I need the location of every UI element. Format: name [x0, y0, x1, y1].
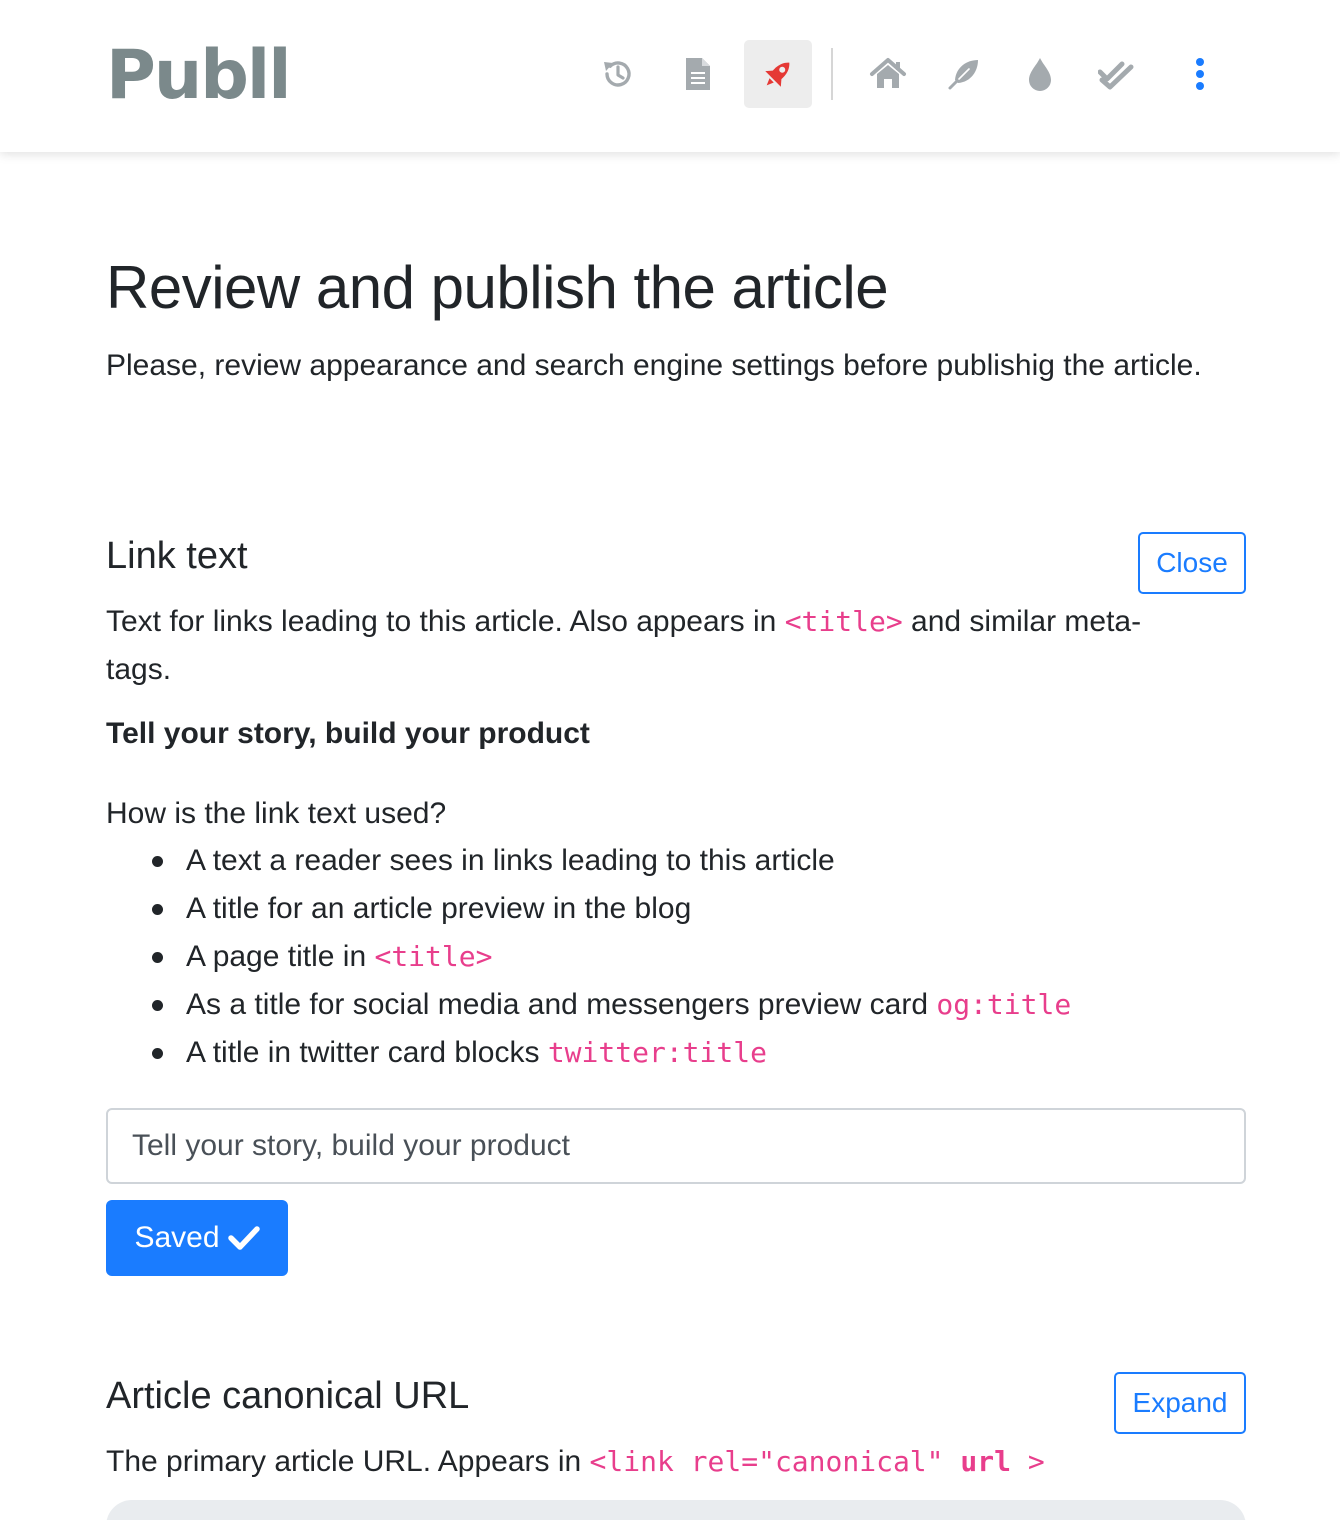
- rocket-icon: [765, 62, 790, 87]
- top-navbar: Publl: [0, 0, 1340, 152]
- page-lead: Please, review appearance and search eng…: [106, 349, 1202, 382]
- home-icon: [870, 58, 906, 88]
- list-item: As a title for social media and messenge…: [151, 981, 1072, 1029]
- close-button[interactable]: Close: [1138, 532, 1246, 594]
- code-title-tag: <title>: [374, 940, 493, 973]
- history-button[interactable]: [584, 40, 652, 108]
- link-text-description: Text for links leading to this article. …: [106, 605, 1142, 686]
- list-item: A title for an article preview in the bl…: [151, 885, 1071, 933]
- feather-icon: [948, 60, 978, 90]
- canonical-url-field[interactable]: [106, 1500, 1246, 1520]
- drop-icon: [1029, 58, 1051, 91]
- publish-button[interactable]: [744, 40, 812, 108]
- canonical-url-description: The primary article URL. Appears in <lin…: [106, 1445, 1045, 1478]
- navbar-divider: [831, 48, 833, 100]
- home-button[interactable]: [854, 40, 922, 108]
- document-icon: [686, 58, 710, 90]
- code-twitter-title: twitter:title: [547, 1036, 767, 1069]
- page-title: Review and publish the article: [106, 254, 889, 321]
- link-text-heading: Link text: [106, 535, 248, 577]
- double-check-icon: [1098, 61, 1134, 90]
- link-text-input[interactable]: [106, 1108, 1246, 1184]
- list-item: A title in twitter card blocks twitter:t…: [151, 1029, 1071, 1077]
- brand-logo[interactable]: Publl: [106, 38, 292, 114]
- usage-list: A text a reader sees in links leading to…: [151, 837, 1072, 1077]
- feather-button[interactable]: [930, 40, 998, 108]
- saved-button[interactable]: Saved: [106, 1200, 288, 1276]
- list-item: A page title in <title>: [151, 933, 1071, 981]
- check-icon: [227, 1226, 260, 1250]
- kebab-menu-icon: [1196, 58, 1204, 90]
- current-link-text: Tell your story, build your product: [106, 717, 590, 750]
- more-menu-button[interactable]: [1166, 40, 1234, 108]
- usage-question: How is the link text used?: [106, 797, 447, 830]
- list-item: A text a reader sees in links leading to…: [151, 837, 1071, 885]
- document-button[interactable]: [664, 40, 732, 108]
- canonical-url-heading: Article canonical URL: [106, 1375, 470, 1417]
- drop-button[interactable]: [1006, 40, 1074, 108]
- code-title-tag: <title>: [784, 605, 903, 638]
- history-icon: [604, 61, 631, 87]
- review-button[interactable]: [1082, 40, 1150, 108]
- saved-label: Saved: [134, 1221, 220, 1254]
- code-link-canonical: <link rel="canonical" url >: [589, 1445, 1045, 1478]
- code-og-title: og:title: [936, 988, 1072, 1021]
- expand-button[interactable]: Expand: [1114, 1372, 1246, 1434]
